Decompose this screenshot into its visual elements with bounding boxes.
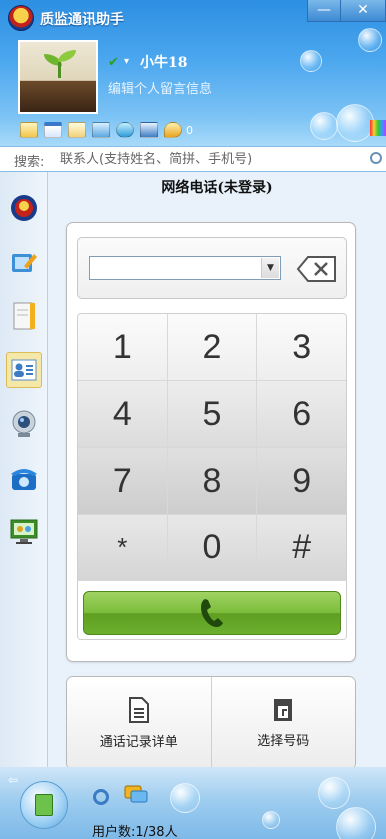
decor-bubble — [300, 50, 322, 72]
decor-bubble — [170, 783, 200, 813]
call-history-label: 通话记录详单 — [99, 734, 178, 750]
keypad-row: * 0 # — [78, 515, 346, 581]
avatar[interactable] — [18, 40, 98, 114]
decor-bubble — [310, 112, 338, 140]
key-6[interactable]: 6 — [257, 381, 346, 447]
minimize-button[interactable]: — — [307, 0, 341, 22]
phone-number-combobox[interactable]: ▼ — [89, 256, 281, 280]
search-label: 搜索: — [14, 155, 45, 170]
find-user-icon[interactable] — [93, 789, 109, 805]
dialer-panel: ▼ 1 2 3 4 5 6 7 8 9 * 0 # — [66, 222, 356, 662]
call-button[interactable] — [83, 591, 341, 635]
chevron-down-icon[interactable]: ▼ — [261, 258, 279, 278]
app-title: 质监通讯助手 — [40, 12, 124, 28]
sidebar-item-monitor[interactable] — [6, 514, 42, 550]
webcam-icon — [12, 410, 36, 437]
panel-title: 网络电话(未登录) — [161, 180, 273, 196]
status-bar: ⇦ 用户数:1/38人 — [0, 767, 386, 839]
network-icon[interactable] — [116, 122, 134, 138]
sidebar-item-webcam[interactable] — [6, 406, 42, 442]
sidebar-item-contacts[interactable] — [6, 352, 42, 388]
call-history-button[interactable]: 通话记录详单 — [67, 677, 211, 769]
sidebar-item-notebook[interactable] — [6, 298, 42, 334]
monitor-icon[interactable] — [140, 122, 158, 138]
title-bar[interactable]: 质监通讯助手 — ✕ — [0, 0, 386, 36]
user-count: 用户数:1/38人 — [92, 825, 178, 839]
talk-icon[interactable] — [164, 122, 182, 138]
toolbar: 0 — [20, 119, 193, 141]
search-icon[interactable] — [370, 152, 382, 164]
mail-icon[interactable] — [68, 122, 86, 138]
key-star[interactable]: * — [78, 515, 168, 580]
telephone-icon — [11, 469, 37, 490]
document-icon — [128, 696, 149, 723]
signature-edit[interactable]: 编辑个人留言信息 — [108, 78, 212, 97]
decor-bubble — [336, 807, 376, 839]
keypad-row: 1 2 3 — [78, 314, 346, 381]
key-4[interactable]: 4 — [78, 381, 168, 447]
key-8[interactable]: 8 — [167, 448, 258, 514]
calendar-icon[interactable] — [44, 122, 62, 138]
close-button[interactable]: ✕ — [341, 0, 386, 22]
app-logo-icon — [8, 5, 34, 31]
key-0[interactable]: 0 — [167, 515, 258, 580]
notebook-icon — [13, 302, 35, 330]
backspace-icon[interactable] — [296, 254, 338, 284]
key-7[interactable]: 7 — [78, 448, 168, 514]
main-menu-button[interactable] — [20, 781, 68, 829]
sidebar-item-edit[interactable] — [6, 244, 42, 280]
phone-handset-icon — [201, 599, 223, 627]
emblem-icon — [11, 195, 37, 221]
sidebar-item-emblem[interactable] — [6, 190, 42, 226]
decor-bubble — [336, 104, 374, 142]
window-icon[interactable] — [20, 122, 38, 138]
back-arrow-icon[interactable]: ⇦ — [8, 773, 18, 787]
edit-icon — [12, 254, 37, 272]
call-row — [78, 581, 346, 639]
keypad: 1 2 3 4 5 6 7 8 9 * 0 # — [77, 313, 347, 640]
search-bar: 搜索: — [0, 146, 386, 172]
key-3[interactable]: 3 — [257, 314, 346, 380]
desktop-monitor-icon — [10, 519, 38, 544]
decor-bubble — [318, 777, 350, 809]
contacts-card-icon — [11, 359, 37, 381]
key-hash[interactable]: # — [257, 515, 346, 580]
status-dropdown-icon[interactable]: ▾ — [124, 56, 129, 67]
user-nickname: 小牛18 — [140, 55, 188, 71]
skin-palette-icon[interactable] — [370, 120, 386, 136]
search-input[interactable] — [60, 149, 360, 169]
key-9[interactable]: 9 — [257, 448, 346, 514]
folder-icon[interactable] — [92, 122, 110, 138]
sidebar-item-phone[interactable] — [6, 460, 42, 496]
notification-count: 0 — [186, 123, 193, 137]
key-5[interactable]: 5 — [167, 381, 258, 447]
header: 质监通讯助手 — ✕ ✔ ▾ 小牛18 编辑个人留言信息 0 — [0, 0, 386, 146]
dialer-actions: 通话记录详单 选择号码 — [66, 676, 356, 770]
keypad-row: 4 5 6 — [78, 381, 346, 448]
online-status-icon[interactable]: ✔ — [108, 55, 119, 70]
message-icon[interactable] — [124, 785, 148, 805]
key-2[interactable]: 2 — [167, 314, 258, 380]
decor-bubble — [262, 811, 280, 829]
sidebar — [0, 172, 48, 767]
keypad-row: 7 8 9 — [78, 448, 346, 515]
key-1[interactable]: 1 — [78, 314, 168, 380]
sprout-icon — [44, 50, 76, 78]
number-input-area: ▼ — [77, 237, 347, 299]
address-book-icon — [274, 698, 293, 721]
select-number-label: 选择号码 — [257, 733, 310, 749]
phone-device-icon — [35, 794, 53, 816]
select-number-button[interactable]: 选择号码 — [210, 677, 355, 769]
